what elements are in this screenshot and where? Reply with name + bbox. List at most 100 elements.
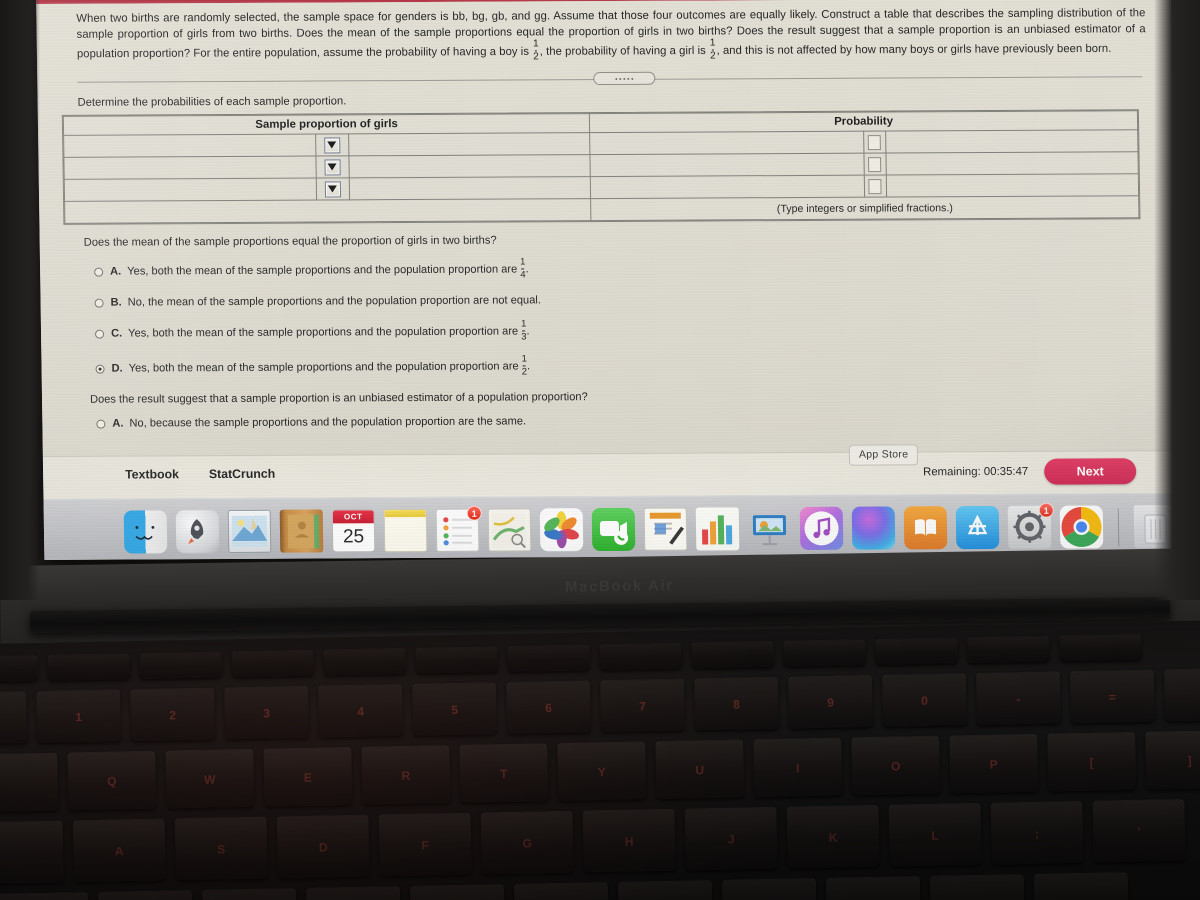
key-w[interactable]: W [165, 748, 255, 809]
key-5[interactable]: 5 [412, 682, 498, 736]
dock-item-keynote[interactable] [748, 507, 792, 550]
key-2[interactable]: 2 [130, 687, 216, 742]
q3-radio-a[interactable] [96, 419, 106, 429]
key-m[interactable]: M [721, 877, 818, 900]
key-3[interactable]: 3 [224, 685, 310, 740]
key-s[interactable]: S [174, 816, 268, 881]
key-0[interactable]: 0 [881, 673, 967, 727]
key-slash[interactable]: / [1033, 871, 1130, 900]
q3-choice-a[interactable]: A. No, because the sample proportions an… [96, 411, 1157, 431]
key-z[interactable]: Z [98, 889, 194, 900]
key-tilde[interactable] [0, 691, 28, 745]
probability-input-3[interactable] [868, 178, 882, 194]
key-e[interactable]: E [263, 746, 353, 807]
radio-c[interactable] [94, 329, 105, 339]
key-k[interactable]: K [786, 804, 880, 869]
key-l[interactable]: L [888, 802, 982, 867]
key-f[interactable]: F [378, 812, 472, 877]
key-o[interactable]: O [851, 735, 941, 796]
radio-a[interactable] [94, 267, 104, 277]
probability-input-cell-2[interactable] [864, 153, 886, 176]
dock-item-maps[interactable] [487, 508, 532, 552]
key-n[interactable]: N [617, 879, 714, 900]
key-bracket-right[interactable]: ] [1145, 729, 1200, 790]
key-tab[interactable] [0, 752, 59, 813]
dock-item-app-store[interactable] [955, 505, 1000, 550]
key-minus[interactable]: - [975, 671, 1061, 725]
key-f6[interactable] [507, 644, 590, 672]
key-7[interactable]: 7 [600, 678, 686, 733]
proportion-dropdown-3[interactable] [324, 180, 342, 197]
dock-item-mail[interactable] [227, 509, 272, 553]
dock-item-numbers[interactable] [695, 507, 740, 551]
statcrunch-link[interactable]: StatCrunch [209, 467, 275, 481]
key-p[interactable]: P [949, 733, 1039, 794]
key-f7[interactable] [599, 642, 682, 671]
dock-item-calendar[interactable]: OCT 25 [331, 509, 376, 553]
radio-d[interactable] [95, 364, 105, 374]
proportion-dropdown-1[interactable] [324, 136, 341, 153]
textbook-link[interactable]: Textbook [125, 467, 179, 481]
choice-b[interactable]: B. No, the mean of the sample proportion… [94, 290, 1155, 310]
dock-item-siri[interactable] [851, 506, 896, 550]
key-8[interactable]: 8 [694, 676, 780, 731]
key-v[interactable]: V [409, 883, 506, 900]
key-j[interactable]: J [684, 806, 778, 871]
key-q[interactable]: Q [67, 750, 157, 811]
key-quote[interactable]: ' [1092, 798, 1186, 863]
probability-input-2[interactable] [868, 156, 882, 172]
key-f9[interactable] [783, 638, 866, 667]
dock-item-photos[interactable] [539, 508, 584, 552]
key-delete[interactable] [1163, 667, 1200, 722]
key-6[interactable]: 6 [506, 680, 592, 734]
probability-input-cell-3[interactable] [864, 175, 887, 198]
key-a[interactable]: A [72, 818, 166, 883]
dock-item-facetime[interactable] [591, 507, 636, 552]
key-g[interactable]: G [480, 810, 574, 875]
key-r[interactable]: R [361, 744, 451, 805]
key-semicolon[interactable]: ; [990, 800, 1084, 865]
key-f11[interactable] [967, 635, 1050, 664]
key-d[interactable]: D [276, 814, 370, 879]
key-f2[interactable] [139, 651, 222, 679]
key-9[interactable]: 9 [788, 674, 873, 729]
key-1[interactable]: 1 [36, 689, 122, 743]
proportion-dropdown-cell-2[interactable] [316, 155, 349, 179]
key-shift-left[interactable] [0, 891, 90, 900]
proportion-dropdown-cell-3[interactable] [316, 177, 350, 201]
proportion-dropdown-cell-1[interactable] [315, 133, 349, 157]
choice-a[interactable]: A. Yes, both the mean of the sample prop… [94, 255, 1155, 283]
key-f12[interactable] [1059, 633, 1142, 662]
dock-item-reminders[interactable]: 1 [435, 505, 482, 552]
dock-item-itunes[interactable] [799, 506, 844, 550]
key-equal[interactable]: = [1069, 669, 1155, 724]
probability-input-cell-1[interactable] [863, 131, 886, 154]
key-b[interactable]: B [513, 881, 610, 900]
key-y[interactable]: Y [557, 741, 647, 801]
key-esc[interactable] [0, 654, 38, 683]
key-f3[interactable] [231, 649, 314, 678]
next-button[interactable]: Next [1044, 458, 1137, 485]
dock-item-contacts[interactable] [279, 509, 324, 553]
dock-item-notes[interactable] [383, 508, 428, 553]
key-f8[interactable] [691, 640, 774, 669]
dock-item-google-chrome[interactable] [1059, 505, 1104, 549]
key-i[interactable]: I [753, 737, 843, 798]
key-f10[interactable] [875, 637, 958, 665]
key-4[interactable]: 4 [318, 683, 404, 738]
dock-item-finder[interactable] [123, 510, 168, 554]
key-f4[interactable] [323, 647, 406, 676]
key-f1[interactable] [47, 653, 130, 681]
dock-item-system-preferences[interactable]: 1 [1007, 502, 1054, 549]
key-u[interactable]: U [655, 739, 745, 800]
key-comma[interactable]: , [825, 875, 922, 900]
key-h[interactable]: H [582, 808, 676, 873]
probability-input-1[interactable] [868, 134, 882, 150]
proportion-dropdown-2[interactable] [324, 158, 341, 175]
dock-item-ibooks[interactable] [903, 506, 948, 550]
key-x[interactable]: X [201, 887, 298, 900]
radio-b[interactable] [94, 298, 104, 308]
key-bracket-left[interactable]: [ [1047, 731, 1137, 792]
key-f5[interactable] [415, 646, 498, 674]
key-caps-lock[interactable] [0, 820, 64, 886]
